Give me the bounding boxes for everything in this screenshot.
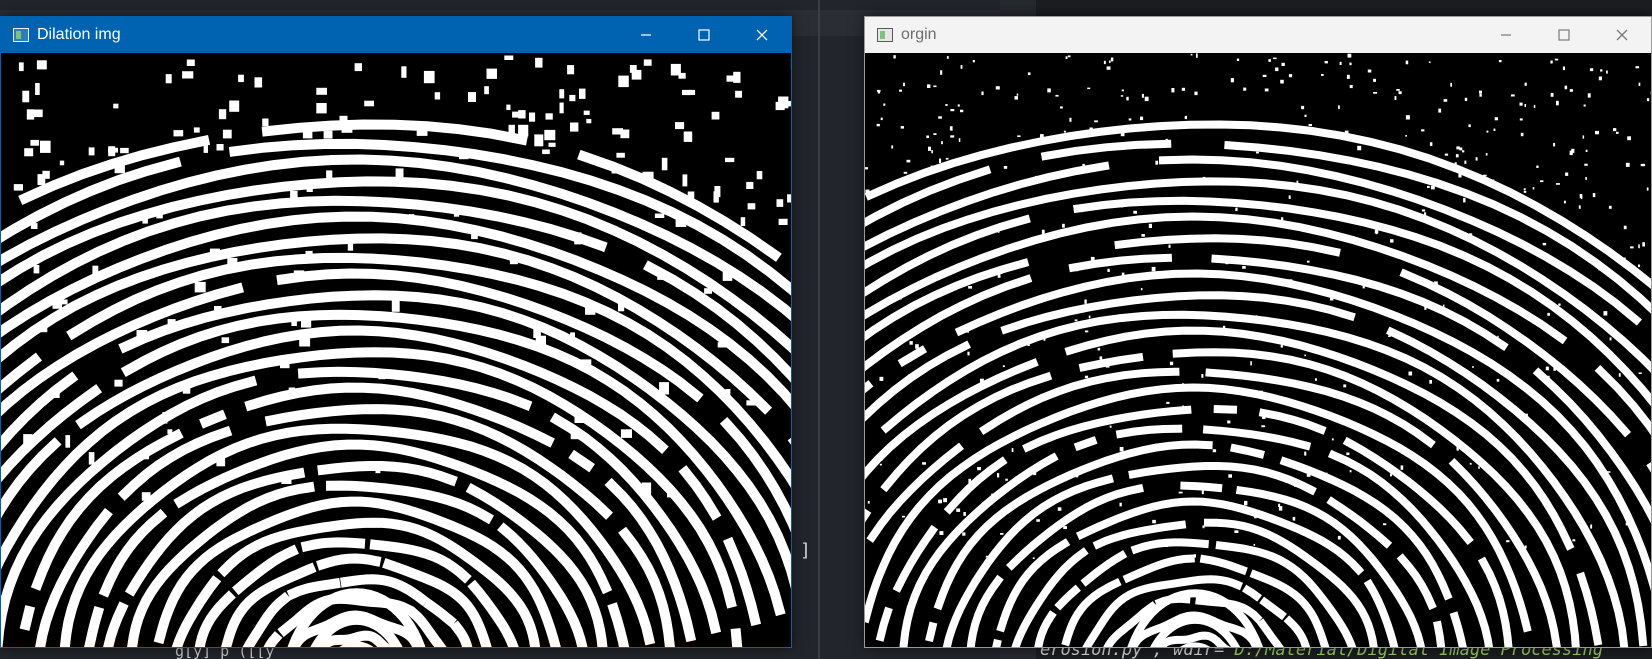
dilated-fingerprint-image (1, 53, 791, 647)
original-fingerprint-image (865, 53, 1651, 647)
minimize-button[interactable] (617, 17, 675, 53)
background-bracket: ] (800, 540, 811, 561)
dilation-titlebar[interactable]: Dilation img (1, 17, 791, 53)
fingerprint-original (865, 53, 1651, 647)
maximize-icon (698, 29, 710, 41)
maximize-button[interactable] (1535, 17, 1593, 53)
maximize-icon (1558, 29, 1570, 41)
desktop: ] _g[y] p ([[y_ erosion.py', wdir='D:/Ma… (0, 0, 1652, 659)
window-title: Dilation img (37, 26, 121, 43)
close-button[interactable] (733, 17, 791, 53)
maximize-button[interactable] (675, 17, 733, 53)
minimize-button[interactable] (1477, 17, 1535, 53)
origin-window[interactable]: orgin (864, 16, 1652, 648)
app-icon (877, 28, 893, 42)
window-title: orgin (901, 26, 937, 43)
background-divider (818, 0, 820, 659)
fingerprint-dilated (1, 53, 791, 647)
minimize-icon (641, 34, 651, 36)
app-icon (13, 28, 29, 42)
close-button[interactable] (1593, 17, 1651, 53)
close-icon (1616, 29, 1628, 41)
minimize-icon (1501, 34, 1511, 36)
dilation-window[interactable]: Dilation img (0, 16, 792, 648)
close-icon (756, 29, 768, 41)
origin-titlebar[interactable]: orgin (865, 17, 1651, 53)
